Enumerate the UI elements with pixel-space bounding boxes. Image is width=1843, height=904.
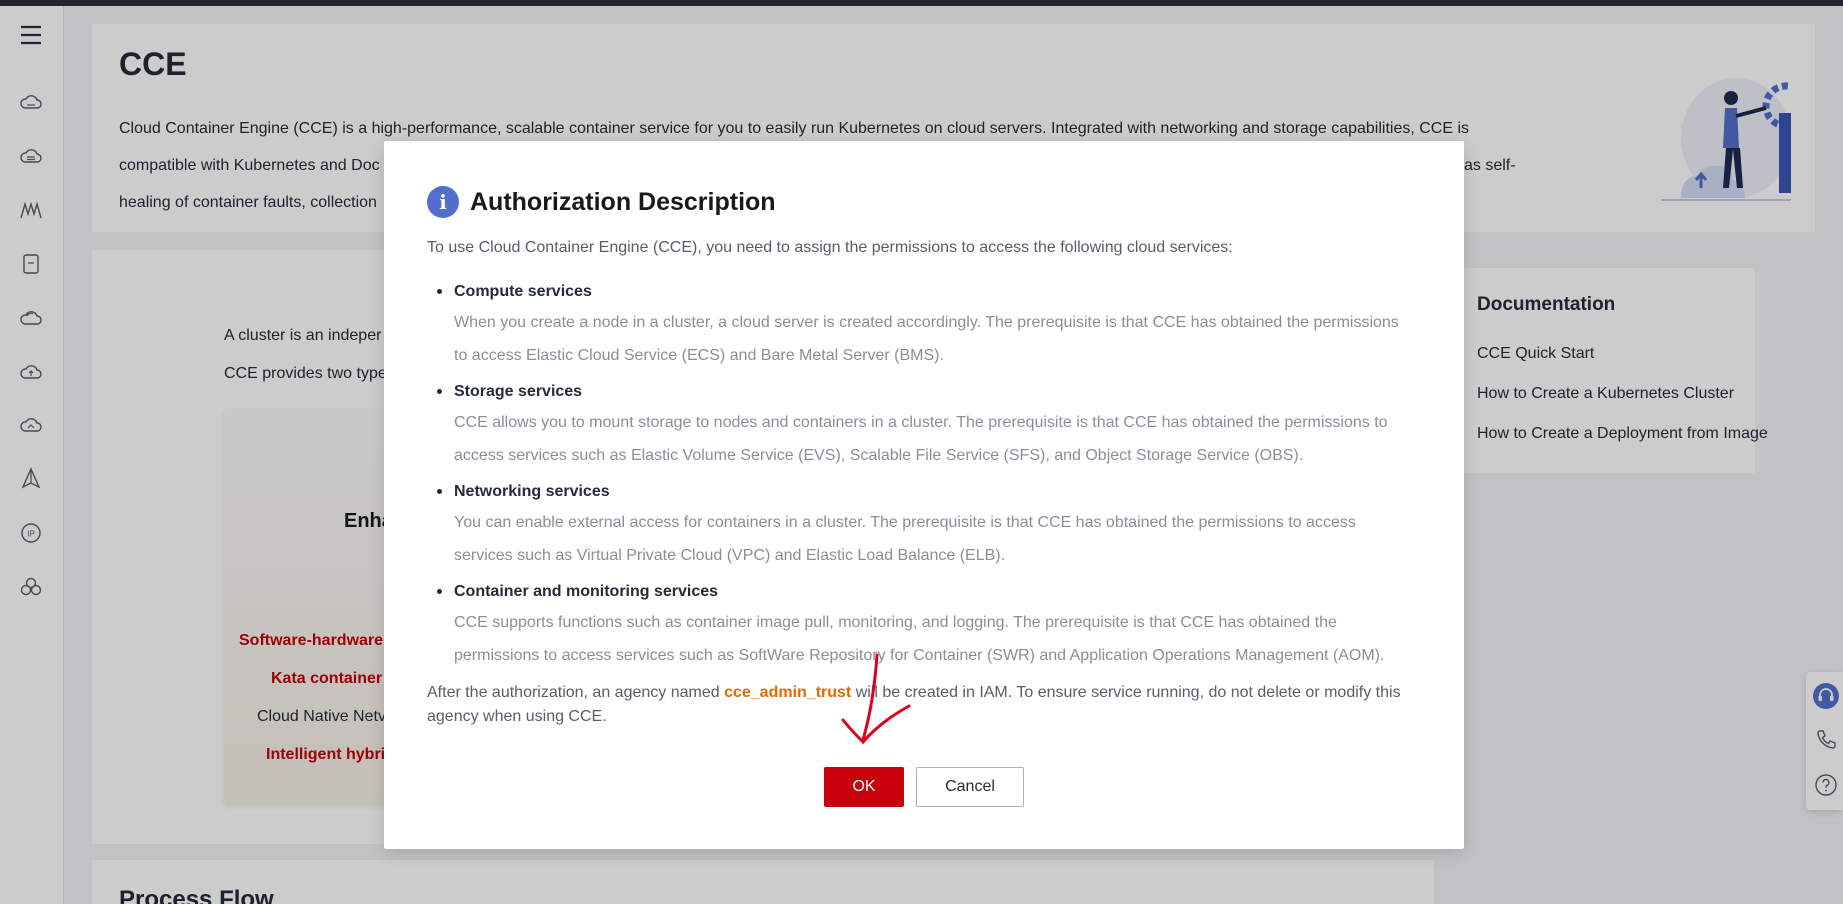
authorization-dialog: i Authorization Description To use Cloud… xyxy=(384,141,1464,849)
service-description: CCE supports functions such as container… xyxy=(454,606,1427,672)
service-description: You can enable external access for conta… xyxy=(454,506,1427,572)
service-list: Compute services When you create a node … xyxy=(427,281,1427,681)
cancel-button[interactable]: Cancel xyxy=(916,767,1024,807)
info-icon: i xyxy=(427,186,459,218)
dialog-title: Authorization Description xyxy=(470,188,776,216)
service-name: Networking services xyxy=(454,483,610,500)
agency-note: After the authorization, an agency named… xyxy=(427,681,1427,729)
agency-note-before: After the authorization, an agency named xyxy=(427,684,725,701)
agency-name: cce_admin_trust xyxy=(724,684,852,701)
service-description-line: services such as Virtual Private Cloud (… xyxy=(454,547,1006,564)
service-description-line: CCE supports functions such as container… xyxy=(454,614,1337,631)
ok-button[interactable]: OK xyxy=(824,767,904,807)
service-description-line: to access Elastic Cloud Service (ECS) an… xyxy=(454,347,944,364)
service-description-line: access services such as Elastic Volume S… xyxy=(454,447,1304,464)
service-name: Storage services xyxy=(454,383,583,400)
service-description-line: permissions to access services such as S… xyxy=(454,647,1385,664)
service-item-storage: Storage services CCE allows you to mount… xyxy=(427,381,1427,472)
service-description-line: CCE allows you to mount storage to nodes… xyxy=(454,414,1388,431)
service-item-compute: Compute services When you create a node … xyxy=(427,281,1427,372)
service-description: CCE allows you to mount storage to nodes… xyxy=(454,406,1427,472)
service-item-container-monitoring: Container and monitoring services CCE su… xyxy=(427,581,1427,672)
service-description-line: You can enable external access for conta… xyxy=(454,514,1356,531)
service-item-networking: Networking services You can enable exter… xyxy=(427,481,1427,572)
service-name: Container and monitoring services xyxy=(454,583,719,600)
service-name: Compute services xyxy=(454,283,592,300)
service-description-line: When you create a node in a cluster, a c… xyxy=(454,314,1399,331)
dialog-intro: To use Cloud Container Engine (CCE), you… xyxy=(427,239,1233,256)
service-description: When you create a node in a cluster, a c… xyxy=(454,306,1427,372)
